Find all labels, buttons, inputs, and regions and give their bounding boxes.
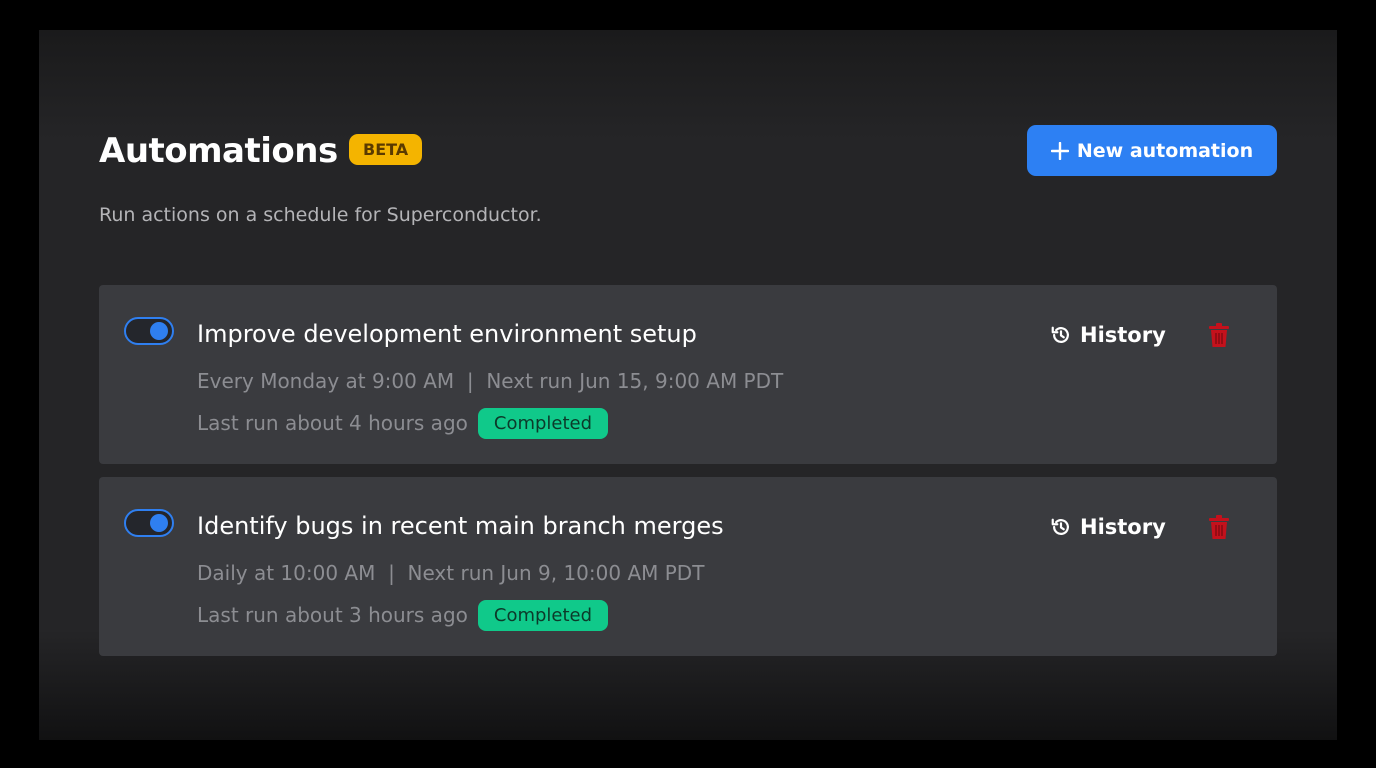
- enable-toggle[interactable]: [124, 509, 174, 537]
- trash-icon[interactable]: [1209, 323, 1229, 347]
- beta-badge: BETA: [349, 134, 423, 165]
- status-badge: Completed: [477, 407, 609, 439]
- automations-panel: Automations BETA New automation Run acti…: [39, 30, 1337, 740]
- history-label: History: [1080, 323, 1166, 347]
- history-icon: [1051, 326, 1069, 343]
- automation-title: Improve development environment setup: [197, 320, 697, 348]
- status-badge: Completed: [477, 599, 609, 631]
- page-subtitle: Run actions on a schedule for Supercondu…: [99, 204, 542, 226]
- enable-toggle[interactable]: [124, 317, 174, 345]
- automation-card: Identify bugs in recent main branch merg…: [99, 477, 1277, 656]
- last-run-text: Last run about 4 hours ago: [197, 411, 468, 435]
- history-icon: [1051, 518, 1069, 535]
- automation-card: Improve development environment setup Ev…: [99, 285, 1277, 464]
- history-label: History: [1080, 515, 1166, 539]
- automation-schedule: Daily at 10:00 AM | Next run Jun 9, 10:0…: [197, 561, 705, 585]
- history-button[interactable]: History: [1050, 321, 1166, 349]
- page-header: Automations BETA New automation: [99, 125, 1277, 181]
- new-automation-label: New automation: [1076, 139, 1254, 162]
- automation-title: Identify bugs in recent main branch merg…: [197, 512, 724, 540]
- last-run-text: Last run about 3 hours ago: [197, 603, 468, 627]
- toggle-knob: [150, 514, 168, 532]
- history-button[interactable]: History: [1050, 513, 1166, 541]
- trash-icon[interactable]: [1209, 515, 1229, 539]
- last-run-row: Last run about 3 hours ago Completed: [197, 599, 609, 631]
- plus-icon: [1050, 141, 1069, 160]
- toggle-knob: [150, 322, 168, 340]
- new-automation-button[interactable]: New automation: [1027, 125, 1277, 176]
- page-title: Automations: [99, 131, 338, 171]
- automation-schedule: Every Monday at 9:00 AM | Next run Jun 1…: [197, 369, 784, 393]
- last-run-row: Last run about 4 hours ago Completed: [197, 407, 609, 439]
